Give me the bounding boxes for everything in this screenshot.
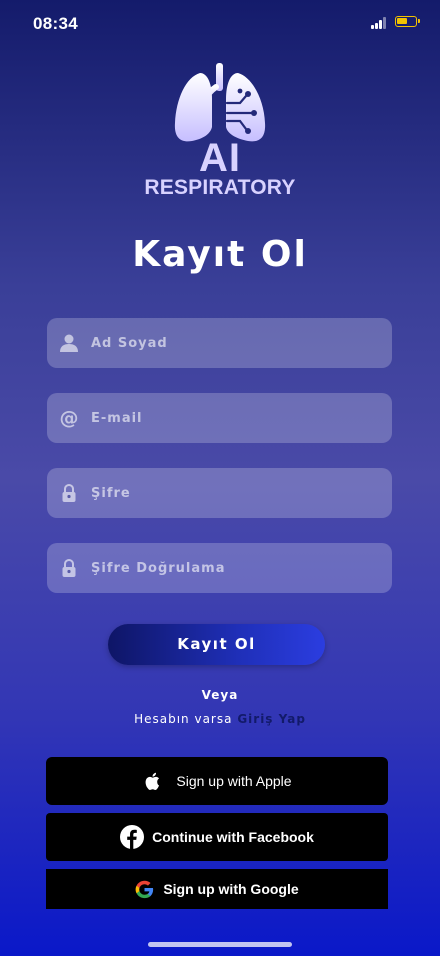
apple-icon [145, 772, 160, 790]
brand-title: AI [199, 136, 241, 180]
name-input[interactable] [91, 318, 381, 368]
email-field-container: @ [47, 393, 392, 443]
confirm-password-field-container [47, 543, 392, 593]
apple-signup-button[interactable]: Sign up with Apple [46, 757, 388, 805]
apple-signup-label: Sign up with Apple [176, 773, 292, 789]
brand-subtitle: RESPIRATORY [144, 176, 296, 199]
lungs-circuit-icon [174, 63, 266, 142]
status-bar: 08:34 [0, 0, 440, 48]
login-link[interactable]: Giriş Yap [237, 712, 306, 726]
battery-icon [395, 16, 420, 27]
person-icon [60, 334, 78, 352]
lock-icon [62, 558, 76, 577]
have-account-text: Hesabın varsa [134, 712, 233, 726]
facebook-signup-label: Continue with Facebook [152, 829, 314, 845]
home-indicator [148, 942, 292, 947]
page-title: Kayıt Ol [132, 234, 308, 275]
google-signup-label: Sign up with Google [163, 881, 299, 897]
or-divider-text: Veya [201, 688, 239, 702]
password-input[interactable] [91, 468, 381, 518]
password-field-container [47, 468, 392, 518]
login-prompt: Hesabın varsa Giriş Yap [0, 712, 440, 726]
register-button[interactable]: Kayıt Ol [108, 624, 325, 665]
google-icon [135, 880, 154, 898]
name-field-container [47, 318, 392, 368]
at-sign-icon: @ [60, 408, 79, 428]
email-input[interactable] [91, 393, 381, 443]
clock: 08:34 [33, 14, 78, 33]
signal-icon [371, 17, 389, 29]
google-signup-button[interactable]: Sign up with Google [46, 869, 388, 909]
facebook-signup-button[interactable]: Continue with Facebook [46, 813, 388, 861]
lock-icon [62, 483, 76, 502]
confirm-password-input[interactable] [91, 543, 381, 593]
facebook-icon [120, 825, 145, 849]
svg-text:@: @ [60, 408, 79, 428]
